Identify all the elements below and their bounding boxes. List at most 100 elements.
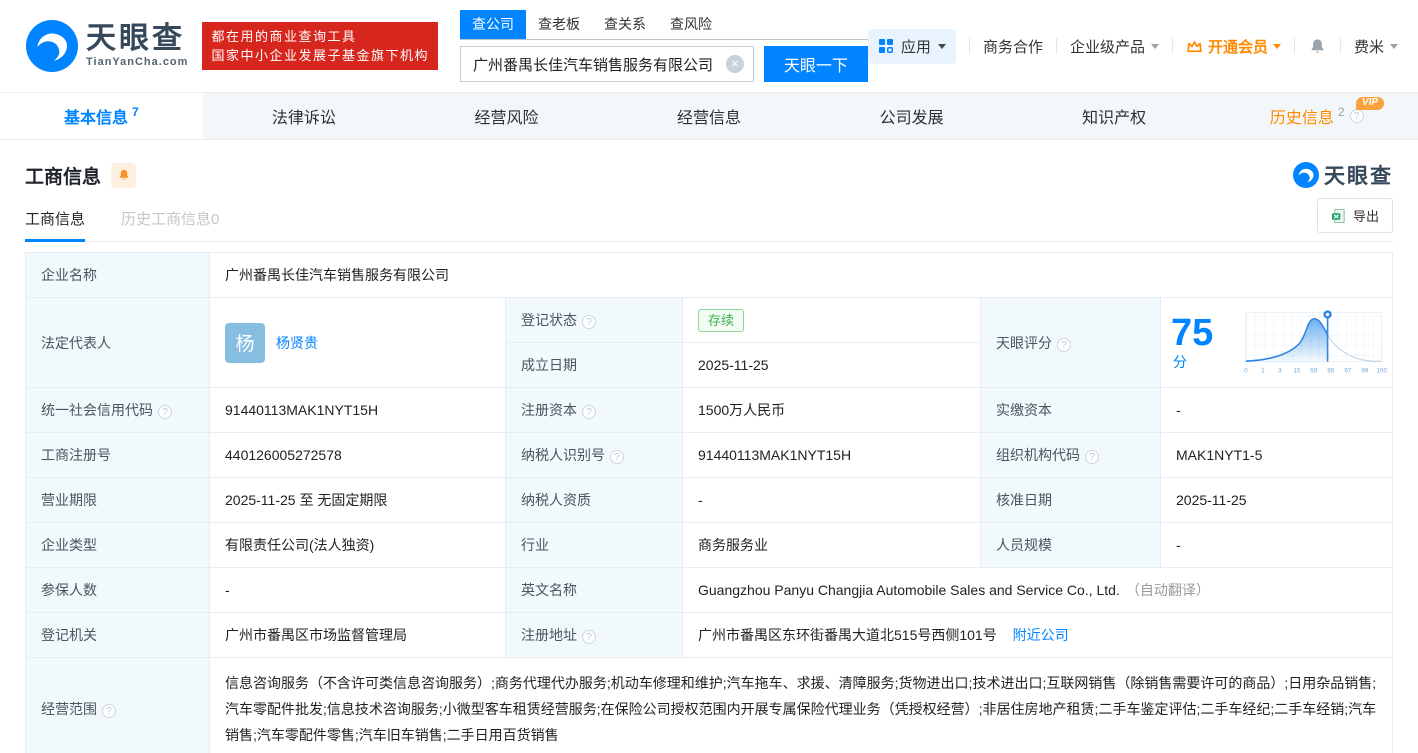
subtab-business-info[interactable]: 工商信息: [25, 208, 85, 229]
section-title: 工商信息: [25, 162, 101, 189]
tab-history-info[interactable]: VIP 历史信息 2 ?: [1215, 93, 1418, 139]
table-row: 企业名称 广州番禺长佳汽车销售服务有限公司: [26, 253, 1393, 298]
registration-authority-value: 广州市番禺区市场监督管理局: [210, 613, 506, 658]
help-icon[interactable]: ?: [1085, 450, 1099, 464]
business-info-table: 企业名称 广州番禺长佳汽车销售服务有限公司 法定代表人 杨 杨贤贵 登记状态? …: [25, 252, 1393, 753]
company-nav-tabs: 基本信息 7 法律诉讼 经营风险 经营信息 公司发展 知识产权 VIP 历史信息…: [0, 92, 1418, 140]
clear-search-icon[interactable]: ×: [726, 55, 744, 73]
registration-authority-label: 登记机关: [26, 613, 210, 658]
industry-value: 商务服务业: [683, 523, 981, 568]
divider: [969, 38, 970, 54]
export-button[interactable]: 导出: [1317, 198, 1393, 233]
company-type-label: 企业类型: [26, 523, 210, 568]
staff-size-value: -: [1161, 523, 1393, 568]
english-name-label: 英文名称: [506, 568, 683, 613]
search-tab-relation[interactable]: 查关系: [592, 10, 658, 39]
slogan-line-2: 国家中小企业发展子基金旗下机构: [211, 46, 429, 65]
user-menu[interactable]: 费米: [1354, 36, 1398, 57]
nav-enterprise-products[interactable]: 企业级产品: [1070, 36, 1159, 57]
help-icon[interactable]: ?: [1057, 338, 1071, 352]
help-icon[interactable]: ?: [158, 405, 172, 419]
nearby-companies-link[interactable]: 附近公司: [1013, 627, 1069, 643]
auto-translate-note: （自动翻译）: [1126, 582, 1210, 598]
business-term-value: 2025-11-25 至 无固定期限: [210, 478, 506, 523]
business-term-label: 营业期限: [26, 478, 210, 523]
help-icon[interactable]: ?: [610, 450, 624, 464]
legal-rep-name-link[interactable]: 杨贤贵: [276, 333, 318, 353]
search-tab-company[interactable]: 查公司: [460, 10, 526, 39]
subtab-history-business-info[interactable]: 历史工商信息0: [121, 208, 219, 229]
business-scope-label: 经营范围?: [26, 658, 210, 753]
search-button[interactable]: 天眼一下: [764, 46, 868, 82]
credit-code-label: 统一社会信用代码?: [26, 388, 210, 433]
open-vip-button[interactable]: 开通会员: [1186, 36, 1281, 57]
svg-text:100: 100: [1377, 367, 1388, 374]
taxpayer-qualification-value: -: [683, 478, 981, 523]
org-code-value: MAK1NYT1-5: [1161, 433, 1393, 478]
svg-text:99: 99: [1362, 367, 1370, 374]
industry-label: 行业: [506, 523, 683, 568]
company-type-value: 有限责任公司(法人独资): [210, 523, 506, 568]
brand-domain: TianYanCha.com: [86, 56, 188, 68]
registered-capital-value: 1500万人民币: [683, 388, 981, 433]
tab-legal-proceedings[interactable]: 法律诉讼: [203, 93, 406, 139]
paidin-capital-value: -: [1161, 388, 1393, 433]
svg-text:1: 1: [1262, 367, 1266, 374]
grid-apps-icon: [878, 38, 894, 54]
score-label: 天眼评分?: [981, 298, 1161, 388]
score-value: 75分: [1171, 314, 1228, 372]
registration-no-value: 440126005272578: [210, 433, 506, 478]
registered-address-value: 广州市番禺区东环街番禺大道北515号西侧101号 附近公司: [683, 613, 1393, 658]
svg-text:15: 15: [1294, 367, 1302, 374]
excel-icon: [1331, 208, 1346, 224]
tianyancha-logo-icon: [26, 20, 78, 72]
search-area: 查公司 查老板 查关系 查风险 × 天眼一下: [460, 10, 868, 82]
help-icon[interactable]: ?: [102, 704, 116, 718]
search-input[interactable]: [460, 46, 754, 82]
search-tabs: 查公司 查老板 查关系 查风险: [460, 10, 868, 40]
table-row: 登记机关 广州市番禺区市场监督管理局 注册地址? 广州市番禺区东环街番禺大道北5…: [26, 613, 1393, 658]
paidin-capital-label: 实缴资本: [981, 388, 1161, 433]
approval-date-value: 2025-11-25: [1161, 478, 1393, 523]
help-icon[interactable]: ?: [582, 405, 596, 419]
svg-text:50: 50: [1311, 367, 1319, 374]
legal-rep-avatar[interactable]: 杨: [225, 323, 265, 363]
site-logo[interactable]: 天眼查 TianYanCha.com: [26, 20, 188, 72]
search-tab-risk[interactable]: 查风险: [658, 10, 724, 39]
search-tab-boss[interactable]: 查老板: [526, 10, 592, 39]
slogan-line-1: 都在用的商业查询工具: [211, 27, 429, 46]
help-icon[interactable]: ?: [1350, 109, 1364, 123]
insured-count-label: 参保人数: [26, 568, 210, 613]
table-row: 法定代表人 杨 杨贤贵 登记状态? 存续 天眼评分? 75分: [26, 298, 1393, 343]
chevron-down-icon: [938, 44, 946, 49]
main-content: 工商信息 天眼查 工商信息 历史工商信息0 导出: [0, 160, 1418, 753]
table-row: 经营范围? 信息咨询服务（不含许可类信息咨询服务）;商务代理代办服务;机动车修理…: [26, 658, 1393, 753]
chevron-down-icon: [1151, 44, 1159, 49]
help-icon[interactable]: ?: [582, 630, 596, 644]
notifications-bell-icon[interactable]: [1308, 37, 1327, 56]
help-icon[interactable]: ?: [582, 315, 596, 329]
table-row: 工商注册号 440126005272578 纳税人识别号? 91440113MA…: [26, 433, 1393, 478]
tab-operation-info[interactable]: 经营信息: [608, 93, 811, 139]
brand-slogan: 都在用的商业查询工具 国家中小企业发展子基金旗下机构: [202, 22, 438, 70]
divider: [1056, 38, 1057, 54]
tab-count: 2: [1338, 105, 1345, 119]
svg-text:97: 97: [1345, 367, 1353, 374]
tab-company-development[interactable]: 公司发展: [810, 93, 1013, 139]
table-row: 参保人数 - 英文名称 Guangzhou Panyu Changjia Aut…: [26, 568, 1393, 613]
nav-business-cooperation[interactable]: 商务合作: [983, 36, 1043, 57]
tab-intellectual-property[interactable]: 知识产权: [1013, 93, 1216, 139]
tab-basic-info[interactable]: 基本信息 7: [0, 93, 203, 139]
registration-no-label: 工商注册号: [26, 433, 210, 478]
subscribe-bell-icon[interactable]: [111, 163, 136, 188]
brand-name: 天眼查: [86, 24, 188, 54]
divider: [1294, 38, 1295, 54]
taxpayer-id-value: 91440113MAK1NYT15H: [683, 433, 981, 478]
apps-menu-button[interactable]: 应用: [868, 29, 956, 64]
divider: [1172, 38, 1173, 54]
staff-size-label: 人员规模: [981, 523, 1161, 568]
tab-operation-risk[interactable]: 经营风险: [405, 93, 608, 139]
registered-address-label: 注册地址?: [506, 613, 683, 658]
reg-status-label: 登记状态?: [506, 298, 683, 343]
established-date-label: 成立日期: [506, 343, 683, 388]
